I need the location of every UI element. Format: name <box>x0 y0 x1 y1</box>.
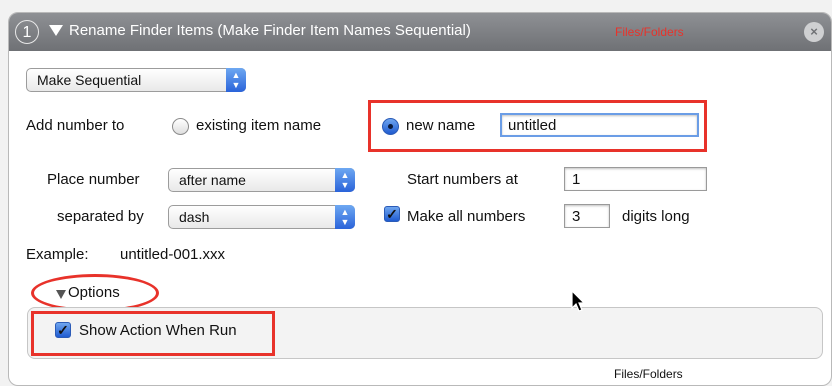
make-all-numbers-label: Make all numbers <box>407 208 526 225</box>
separator-value: dash <box>179 209 210 225</box>
separated-by-label: separated by <box>57 208 144 225</box>
start-numbers-value: 1 <box>572 171 581 188</box>
new-name-field[interactable]: untitled <box>500 113 699 137</box>
place-number-label: Place number <box>47 171 140 188</box>
disclosure-triangle-icon[interactable] <box>49 25 63 36</box>
show-action-label: Show Action When Run <box>79 322 237 339</box>
new-name-radio[interactable] <box>382 118 399 135</box>
show-action-checkbox[interactable]: ✓ <box>55 322 71 338</box>
action-title: Rename Finder Items (Make Finder Item Na… <box>69 22 471 39</box>
example-label: Example: <box>26 246 89 263</box>
close-icon[interactable]: × <box>804 22 824 42</box>
footer-category: Files/Folders <box>614 367 683 381</box>
add-number-label: Add number to <box>26 117 125 134</box>
make-all-numbers-checkbox[interactable]: ✓ <box>384 206 400 222</box>
popup-arrows-icon: ▲ ▼ <box>335 205 355 229</box>
step-number: 1 <box>15 20 39 44</box>
place-number-popup[interactable]: after name ▲ ▼ <box>168 168 355 192</box>
options-disclosure-icon[interactable] <box>56 290 66 299</box>
existing-name-radio[interactable] <box>172 118 189 135</box>
popup-arrows-icon: ▲ ▼ <box>226 68 246 92</box>
digits-value: 3 <box>572 208 581 225</box>
digits-long-label: digits long <box>622 208 690 225</box>
action-titlebar: 1 Rename Finder Items (Make Finder Item … <box>9 13 831 51</box>
mouse-pointer-icon <box>571 290 586 312</box>
action-category: Files/Folders <box>615 25 684 39</box>
existing-name-label: existing item name <box>196 117 322 134</box>
popup-arrows-icon: ▲ ▼ <box>335 168 355 192</box>
mode-popup[interactable]: Make Sequential ▲ ▼ <box>26 68 246 92</box>
new-name-value: untitled <box>508 117 557 134</box>
mode-popup-value: Make Sequential <box>37 72 142 88</box>
action-panel: 1 Rename Finder Items (Make Finder Item … <box>8 12 832 386</box>
place-number-value: after name <box>179 172 246 188</box>
start-numbers-field[interactable]: 1 <box>564 167 707 191</box>
separator-popup[interactable]: dash ▲ ▼ <box>168 205 355 229</box>
digits-field[interactable]: 3 <box>564 204 610 228</box>
options-toggle[interactable]: Options <box>68 284 120 301</box>
example-value: untitled-001.xxx <box>120 246 226 263</box>
start-numbers-label: Start numbers at <box>407 171 518 188</box>
new-name-label: new name <box>406 117 476 134</box>
